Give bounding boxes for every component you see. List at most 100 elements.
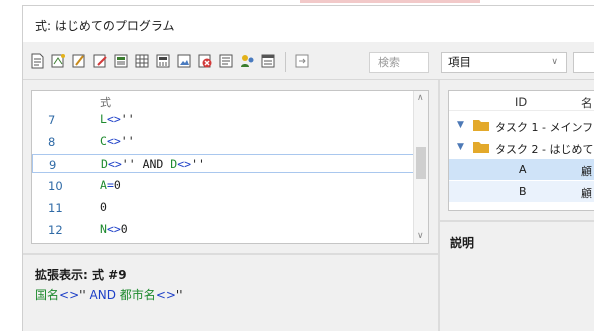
expand-triangle-icon[interactable]: ▼ — [457, 120, 464, 130]
formula-code: D<>'' AND D<>'' — [101, 157, 205, 171]
code-token: D — [101, 157, 108, 171]
formula-code: 0 — [100, 200, 107, 214]
formula-line[interactable]: 12 N<>0 — [32, 220, 414, 239]
formula-header-row: 式 — [32, 91, 414, 110]
code-token: N — [100, 222, 107, 236]
line-number: 9 — [49, 158, 57, 172]
users-icon[interactable] — [239, 52, 256, 70]
formula-code: L<>'' — [100, 112, 135, 126]
id-column-header[interactable]: ID — [515, 95, 527, 109]
line-number: 12 — [48, 223, 63, 237]
description-title: 説明 — [450, 236, 475, 250]
formula-column-header: 式 — [100, 96, 111, 109]
background-window-edge — [300, 0, 480, 3]
expanded-token: '' — [175, 288, 183, 302]
window-icon[interactable] — [260, 52, 277, 70]
formula-scrollbar[interactable]: ∧ ∨ — [413, 91, 428, 243]
left-pane: 式 7 L<>'' 8 C<>'' 9 D<>'' AND D<>'' 10 A=0 11 0 12… — [23, 80, 438, 331]
code-token: <> — [177, 157, 192, 171]
code-token: <> — [106, 134, 121, 148]
row-name: 顧 — [581, 165, 592, 178]
edit-formula-icon[interactable] — [71, 52, 88, 70]
line-number: 7 — [48, 113, 56, 127]
task-label: タスク 1 - メインフ — [495, 121, 594, 134]
expand-triangle-icon[interactable]: ▼ — [457, 142, 464, 152]
window-title: 式: はじめてのプログラム — [35, 19, 175, 33]
code-token: <> — [106, 222, 121, 236]
row-id: A — [519, 163, 527, 176]
row-name: 顧 — [581, 187, 592, 200]
image-icon[interactable] — [176, 52, 193, 70]
expanded-token: '' — [79, 288, 90, 302]
code-token: '' — [191, 157, 205, 171]
expanded-formula: 国名<>'' AND 都市名<>'' — [35, 286, 183, 303]
code-token: A — [100, 178, 107, 192]
toolbar-icons — [29, 52, 311, 72]
task-tree: ID 名 ▼ タスク 1 - メインフ ▼ タスク 2 - はじめて A 顧 B… — [448, 90, 594, 211]
folder-icon — [473, 142, 489, 153]
line-number: 11 — [48, 201, 63, 215]
code-token: <> — [106, 112, 121, 126]
table-icon[interactable] — [113, 52, 130, 70]
formula-line[interactable]: 9 D<>'' AND D<>'' — [32, 154, 414, 173]
row-id: B — [519, 185, 527, 198]
formula-code: C<>'' — [100, 134, 135, 148]
delete-icon[interactable] — [197, 52, 214, 70]
code-token: = — [106, 178, 114, 192]
code-token: C — [100, 134, 107, 148]
code-token: 0 — [120, 222, 128, 236]
scroll-down-icon[interactable]: ∨ — [417, 231, 424, 241]
line-number: 8 — [48, 135, 56, 149]
item-combo-value: 項目 — [448, 55, 471, 69]
code-token: <> — [107, 157, 122, 171]
formula-line[interactable]: 8 C<>'' — [32, 132, 414, 151]
scroll-up-icon[interactable]: ∧ — [417, 93, 424, 103]
search-input[interactable]: 検索 — [369, 52, 429, 73]
tree-header: ID 名 — [449, 91, 594, 111]
formula-line[interactable]: 10 A=0 — [32, 176, 414, 195]
tree-data-row[interactable]: A 顧 — [449, 159, 594, 180]
formula-line[interactable]: 11 0 — [32, 198, 414, 217]
new-document-icon[interactable] — [29, 52, 46, 70]
expanded-token: <> — [155, 288, 176, 302]
line-number: 10 — [48, 179, 63, 193]
expanded-token: <> — [59, 288, 80, 302]
toolbar-separator — [285, 52, 286, 72]
second-combo[interactable] — [573, 52, 594, 73]
expanded-token: 国名 — [35, 288, 60, 302]
expanded-token: AND — [89, 288, 120, 302]
toolbar: 検索 項目 ∨ — [23, 42, 594, 80]
calculator-icon[interactable] — [155, 52, 172, 70]
code-token: L — [100, 112, 107, 126]
code-token: '' — [120, 134, 135, 148]
right-pane: ID 名 ▼ タスク 1 - メインフ ▼ タスク 2 - はじめて A 顧 B… — [440, 80, 594, 331]
formula-window: 式: はじめてのプログラム 検索 項目 ∨ 式 7 L<>'' 8 C<>'' … — [22, 5, 594, 331]
code-token: 0 — [100, 200, 107, 214]
formula-line[interactable]: 7 L<>'' — [32, 110, 414, 129]
formula-editor[interactable]: 式 7 L<>'' 8 C<>'' 9 D<>'' AND D<>'' 10 A=0 11 0 12… — [31, 90, 429, 244]
task-row[interactable]: ▼ タスク 1 - メインフ — [449, 115, 594, 136]
insert-icon[interactable] — [294, 52, 311, 70]
task-row[interactable]: ▼ タスク 2 - はじめて — [449, 137, 594, 158]
scroll-thumb[interactable] — [416, 147, 426, 179]
item-combo[interactable]: 項目 ∨ — [441, 52, 567, 73]
task-label: タスク 2 - はじめて — [495, 143, 594, 156]
tree-data-row[interactable]: B 顧 — [449, 181, 594, 202]
formula-code: A=0 — [100, 178, 121, 192]
right-horizontal-splitter[interactable] — [440, 220, 594, 222]
code-token: '' — [120, 112, 135, 126]
expanded-view-title: 拡張表示: 式 #9 — [35, 268, 127, 282]
title-bar: 式: はじめてのプログラム — [23, 6, 594, 42]
horizontal-splitter[interactable] — [23, 253, 438, 255]
chevron-down-icon: ∨ — [551, 57, 558, 67]
edit-icon[interactable] — [92, 52, 109, 70]
name-column-header[interactable]: 名 — [581, 95, 593, 111]
list-icon[interactable] — [218, 52, 235, 70]
folder-icon — [473, 120, 489, 131]
code-token: '' AND — [121, 157, 171, 171]
code-token: 0 — [113, 178, 121, 192]
formula-wizard-icon[interactable] — [50, 52, 67, 70]
expanded-token: 都市名 — [119, 288, 156, 302]
formula-code: N<>0 — [100, 222, 128, 236]
grid-icon[interactable] — [134, 52, 151, 70]
